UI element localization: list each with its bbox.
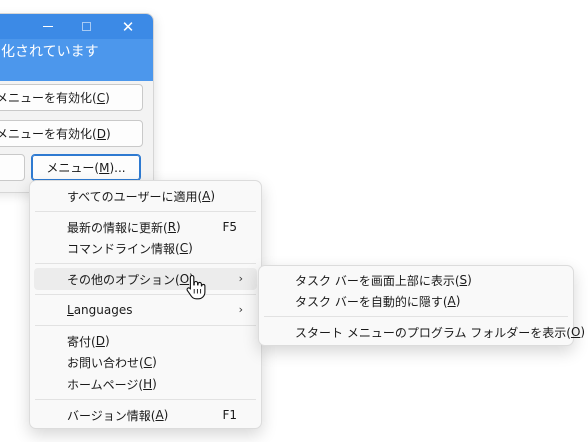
enable-menu-button-d[interactable]: メニューを有効化(D) [0, 120, 143, 147]
submenu-item-taskbar-autohide[interactable]: タスク バーを自動的に隠す(A) [263, 290, 569, 312]
screen: ✕ 化されています メニューを有効化(C) メニューを有効化(D) メニュー(M… [0, 0, 588, 442]
submenu-item-show-program-folder[interactable]: スタート メニューのプログラム フォルダーを表示(O) [263, 321, 585, 343]
maximize-button[interactable] [71, 14, 101, 39]
menu-button[interactable]: メニュー(M)... [31, 154, 141, 181]
menu-button-label: メニュー(M)... [46, 161, 126, 175]
partial-button[interactable] [0, 154, 25, 181]
menu-separator [35, 263, 256, 264]
context-menu: すべてのユーザーに適用(A) 最新の情報に更新(R) F5 コマンドライン情報(… [29, 180, 262, 429]
submenu-item-taskbar-top[interactable]: タスク バーを画面上部に表示(S) [263, 269, 569, 291]
chevron-right-icon: › [238, 272, 243, 285]
menu-item-languages[interactable]: Languages › [34, 299, 257, 321]
button-label: メニューを有効化(D) [0, 127, 111, 141]
close-icon: ✕ [121, 17, 135, 36]
menu-item-other-options[interactable]: その他のオプション(O) › [34, 268, 257, 290]
maximize-icon [81, 22, 91, 31]
button-label: メニューを有効化(C) [0, 91, 110, 105]
status-header: 化されています [0, 39, 153, 81]
chevron-right-icon: › [238, 303, 243, 316]
menu-item-apply-all-users[interactable]: すべてのユーザーに適用(A) [34, 185, 257, 207]
menu-separator [264, 316, 568, 317]
hand-pointer-icon [186, 274, 206, 300]
menu-separator [35, 399, 256, 400]
submenu-other-options: タスク バーを画面上部に表示(S) タスク バーを自動的に隠す(A) スタート … [258, 265, 585, 346]
app-window: ✕ 化されています メニューを有効化(C) メニューを有効化(D) メニュー(M… [0, 13, 154, 193]
status-text: 化されています [1, 44, 99, 60]
close-button[interactable]: ✕ [113, 14, 143, 39]
menu-item-command-line-info[interactable]: コマンドライン情報(C) [34, 237, 257, 259]
enable-menu-button-c[interactable]: メニューを有効化(C) [0, 84, 143, 111]
menu-separator [35, 294, 256, 295]
menu-item-refresh[interactable]: 最新の情報に更新(R) F5 [34, 216, 257, 238]
shortcut-label: F1 [222, 408, 237, 422]
menu-separator [35, 211, 256, 212]
menu-item-donate[interactable]: 寄付(D) [34, 330, 257, 352]
title-bar[interactable]: ✕ [0, 14, 153, 39]
menu-item-homepage[interactable]: ホームページ(H) [34, 373, 257, 395]
minimize-button[interactable] [33, 14, 63, 39]
minimize-icon [43, 26, 53, 27]
menu-item-contact[interactable]: お問い合わせ(C) [34, 351, 257, 373]
menu-separator [35, 325, 256, 326]
shortcut-label: F5 [222, 220, 237, 234]
menu-item-version-info[interactable]: バージョン情報(A) F1 [34, 404, 257, 426]
